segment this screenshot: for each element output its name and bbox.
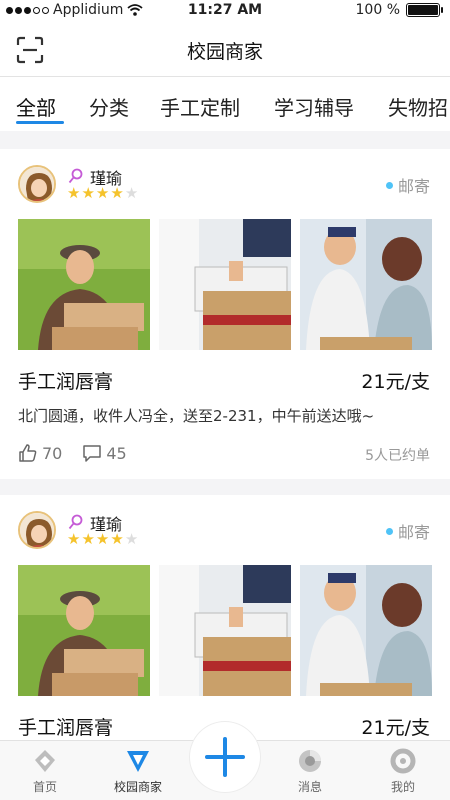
star-filled-icon: ★ <box>95 530 110 548</box>
star-filled-icon: ★ <box>95 184 110 202</box>
product-photo[interactable] <box>300 219 432 350</box>
female-icon <box>68 168 83 184</box>
product-title[interactable]: 手工润唇膏 <box>18 367 113 394</box>
product-price: 21元/支 <box>361 717 430 739</box>
plus-icon <box>205 737 245 777</box>
product-photo[interactable] <box>18 565 150 696</box>
shipping-dot <box>385 181 393 189</box>
comment-count: 45 <box>106 443 127 463</box>
battery-percent: 100 % <box>355 2 400 18</box>
merchants-icon <box>127 751 149 772</box>
star-filled-icon: ★ <box>67 530 81 548</box>
product-title[interactable]: 手工润唇膏 <box>18 713 113 740</box>
tabbar-mine[interactable]: 我的 <box>358 747 448 795</box>
thumbs-up-icon <box>19 444 37 462</box>
post-card[interactable]: 瑾瑜 ★ ★ ★ ★ ★ 邮寄 <box>0 495 450 740</box>
photo-strip <box>18 565 432 696</box>
shipping-dot <box>385 527 393 535</box>
star-filled-icon: ★ <box>110 184 124 202</box>
post-card[interactable]: 瑾瑜 ★ ★ ★ ★ ★ 邮寄 <box>0 149 450 479</box>
star-filled-icon: ★ <box>81 530 95 548</box>
tab-lost-found[interactable]: 失物招 <box>388 92 448 121</box>
shipping-tag: 邮寄 <box>385 519 430 543</box>
tab-handmade[interactable]: 手工定制 <box>160 92 240 121</box>
battery-icon <box>406 3 443 17</box>
product-photo[interactable] <box>159 219 291 350</box>
comment-button[interactable]: 45 <box>82 443 127 463</box>
product-photo[interactable] <box>18 219 150 350</box>
home-icon <box>35 750 55 772</box>
rating-stars: ★ ★ ★ ★ ★ <box>67 186 138 201</box>
tabbar-messages[interactable]: 消息 <box>265 747 355 795</box>
category-tabs: 全部 分类 手工定制 学习辅导 失物招 <box>0 77 450 131</box>
post-stats: 70 45 <box>18 443 147 463</box>
tabbar-merchants[interactable]: 校园商家 <box>93 747 183 795</box>
add-post-button[interactable] <box>190 722 260 792</box>
avatar[interactable] <box>18 511 56 549</box>
comment-icon <box>83 445 102 462</box>
like-count: 70 <box>42 443 63 463</box>
post-description: 北门圆通，收件人冯全，送至2-231，中午前送达哦~ <box>18 407 375 425</box>
avatar[interactable] <box>18 165 56 203</box>
messages-icon <box>299 750 321 772</box>
star-filled-icon: ★ <box>81 184 95 202</box>
nav-bar: 校园商家 <box>0 22 450 76</box>
star-empty-icon: ★ <box>124 184 139 202</box>
feed[interactable]: 瑾瑜 ★ ★ ★ ★ ★ 邮寄 手工润唇膏 21元/支 北门圆通，收件人冯全，送… <box>0 131 450 740</box>
product-photo[interactable] <box>159 565 291 696</box>
tabbar-messages-label: 消息 <box>297 780 322 794</box>
star-filled-icon: ★ <box>110 530 124 548</box>
product-photo[interactable] <box>300 565 432 696</box>
like-button[interactable]: 70 <box>18 443 62 463</box>
active-tab-indicator <box>16 121 64 124</box>
page-title: 校园商家 <box>186 41 263 63</box>
star-empty-icon: ★ <box>124 530 139 548</box>
tab-all[interactable]: 全部 <box>16 92 56 121</box>
tabbar-merchants-label: 校园商家 <box>113 780 162 794</box>
tab-tutoring[interactable]: 学习辅导 <box>274 92 354 121</box>
photo-strip <box>18 219 432 350</box>
shipping-label: 邮寄 <box>397 177 430 196</box>
female-icon <box>68 514 83 530</box>
booked-count: 5人已约单 <box>365 448 430 464</box>
star-filled-icon: ★ <box>67 184 81 202</box>
tabbar-home[interactable]: 首页 <box>0 747 90 795</box>
shipping-label: 邮寄 <box>397 523 430 542</box>
rating-stars: ★ ★ ★ ★ ★ <box>67 532 138 547</box>
tabbar-mine-label: 我的 <box>390 780 415 794</box>
battery-group: 100 % <box>355 2 443 18</box>
profile-icon <box>390 748 416 774</box>
tabbar-home-label: 首页 <box>32 780 57 794</box>
tab-categories[interactable]: 分类 <box>89 92 129 121</box>
product-price: 21元/支 <box>361 371 430 393</box>
status-bar: Applidium 11:27 AM 100 % <box>0 0 450 22</box>
shipping-tag: 邮寄 <box>385 173 430 197</box>
